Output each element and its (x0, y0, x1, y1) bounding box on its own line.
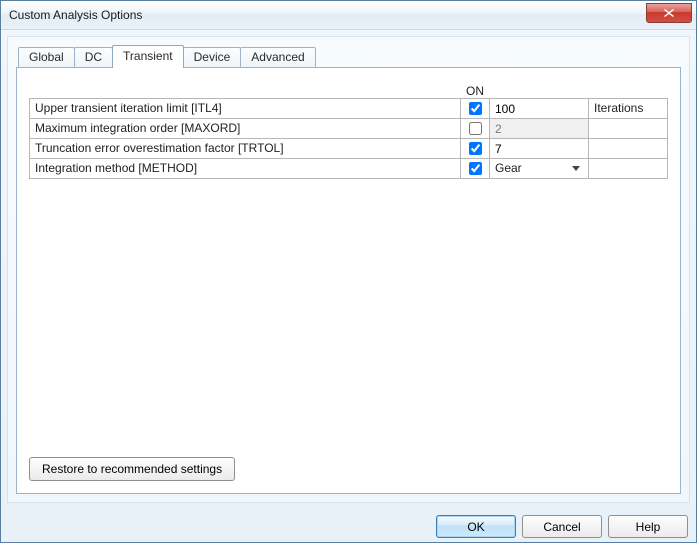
input-maxord (495, 119, 583, 138)
input-trtol[interactable] (495, 139, 583, 158)
tab-transient[interactable]: Transient (112, 45, 184, 68)
on-cell-trtol (460, 138, 490, 159)
unit-method (588, 158, 668, 179)
input-itl4[interactable] (495, 99, 583, 118)
unit-trtol (588, 138, 668, 159)
label-method: Integration method [METHOD] (29, 158, 461, 179)
checkbox-trtol[interactable] (469, 142, 482, 155)
chevron-down-icon (568, 166, 584, 171)
tabstrip: Global DC Transient Device Advanced (18, 45, 681, 67)
on-cell-itl4 (460, 98, 490, 119)
row-itl4: Upper transient iteration limit [ITL4] I… (29, 98, 668, 119)
unit-itl4: Iterations (588, 98, 668, 119)
row-maxord: Maximum integration order [MAXORD] (29, 118, 668, 139)
window-title: Custom Analysis Options (9, 8, 142, 22)
row-method: Integration method [METHOD] Gear (29, 158, 668, 179)
unit-maxord (588, 118, 668, 139)
on-cell-maxord (460, 118, 490, 139)
label-maxord: Maximum integration order [MAXORD] (29, 118, 461, 139)
options-grid: ON Upper transient iteration limit [ITL4… (29, 84, 668, 179)
help-button[interactable]: Help (608, 515, 688, 538)
label-itl4: Upper transient iteration limit [ITL4] (29, 98, 461, 119)
checkbox-itl4[interactable] (469, 102, 482, 115)
grid-header: ON (29, 84, 668, 98)
tab-device[interactable]: Device (183, 47, 242, 68)
dialog-button-row: OK Cancel Help (1, 509, 696, 542)
dropdown-method-value: Gear (495, 159, 522, 178)
close-button[interactable] (646, 3, 692, 23)
label-trtol: Truncation error overestimation factor [… (29, 138, 461, 159)
value-cell-trtol (489, 138, 589, 159)
value-cell-itl4 (489, 98, 589, 119)
checkbox-maxord[interactable] (469, 122, 482, 135)
titlebar: Custom Analysis Options (1, 1, 696, 30)
row-trtol: Truncation error overestimation factor [… (29, 138, 668, 159)
ok-button[interactable]: OK (436, 515, 516, 538)
tab-advanced[interactable]: Advanced (240, 47, 315, 68)
tab-panel-transient: ON Upper transient iteration limit [ITL4… (16, 67, 681, 494)
restore-button[interactable]: Restore to recommended settings (29, 457, 235, 481)
checkbox-method[interactable] (469, 162, 482, 175)
tab-global[interactable]: Global (18, 47, 75, 68)
column-header-on: ON (460, 84, 490, 98)
value-cell-method: Gear (489, 158, 589, 179)
on-cell-method (460, 158, 490, 179)
close-icon (664, 9, 674, 17)
tab-dc[interactable]: DC (74, 47, 113, 68)
value-cell-maxord (489, 118, 589, 139)
client-area: Global DC Transient Device Advanced ON U… (7, 36, 690, 503)
cancel-button[interactable]: Cancel (522, 515, 602, 538)
dropdown-method[interactable]: Gear (495, 159, 584, 178)
dialog-window: Custom Analysis Options Global DC Transi… (0, 0, 697, 543)
